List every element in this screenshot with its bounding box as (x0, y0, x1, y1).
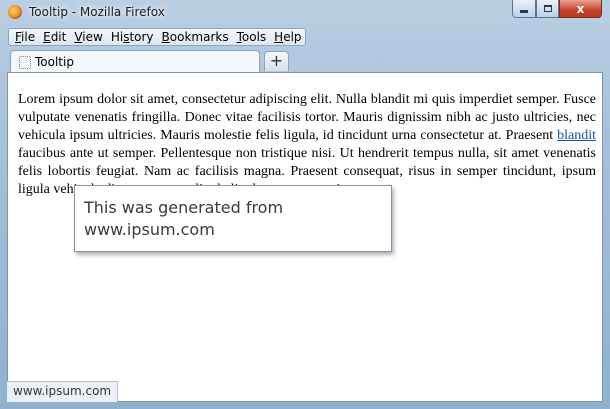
browser-window: Tooltip - Mozilla Firefox x File Edit Vi… (0, 0, 610, 409)
title-bar[interactable]: Tooltip - Mozilla Firefox x (0, 0, 610, 28)
menu-edit[interactable]: Edit (39, 30, 70, 44)
tooltip-popup: This was generated from www.ipsum.com (74, 185, 392, 252)
close-button[interactable]: x (559, 0, 602, 18)
menu-bar: File Edit View History Bookmarks Tools H… (8, 28, 306, 46)
new-tab-button[interactable]: + (264, 51, 289, 71)
plus-icon: + (269, 51, 284, 70)
minimize-button[interactable] (512, 0, 536, 18)
menu-file[interactable]: File (11, 30, 39, 44)
menu-view[interactable]: View (70, 30, 106, 44)
menu-help[interactable]: Help (270, 30, 305, 44)
tab-label: Tooltip (35, 55, 74, 69)
close-icon: x (576, 1, 585, 16)
maximize-icon (543, 5, 552, 12)
menu-bookmarks[interactable]: Bookmarks (158, 30, 233, 44)
blandit-link[interactable]: blandit (557, 128, 596, 143)
window-title: Tooltip - Mozilla Firefox (29, 5, 165, 19)
lorem-paragraph: Lorem ipsum dolor sit amet, consectetur … (18, 92, 596, 197)
tooltip-text: This was generated from www.ipsum.com (84, 198, 284, 239)
firefox-icon[interactable] (8, 5, 22, 19)
tab-tooltip[interactable]: Tooltip (10, 50, 260, 72)
tab-strip: Tooltip + (0, 48, 610, 72)
minimize-icon (520, 10, 528, 13)
page-favicon-icon (19, 56, 31, 69)
status-bar-url: www.ipsum.com (7, 381, 119, 402)
maximize-button[interactable] (536, 0, 559, 18)
menu-history[interactable]: History (107, 30, 158, 44)
menu-tools[interactable]: Tools (233, 30, 271, 44)
